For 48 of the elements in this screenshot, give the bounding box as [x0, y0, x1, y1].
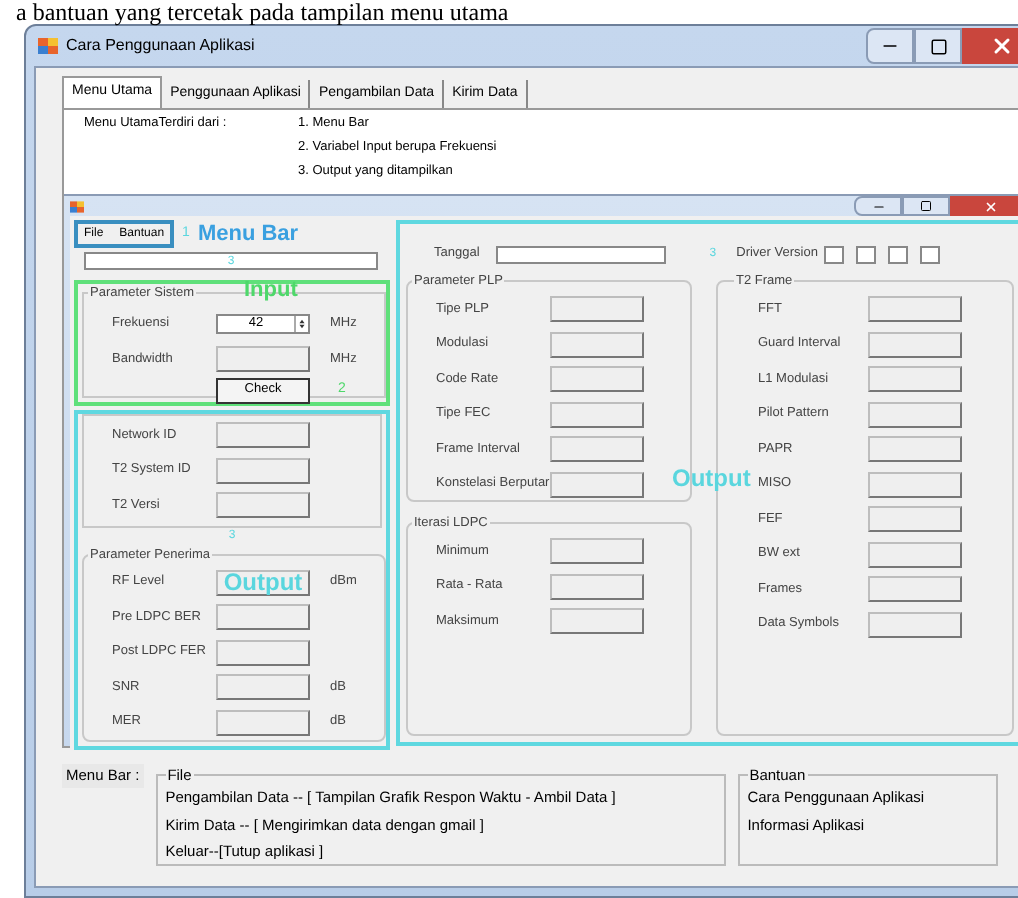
document-text: a bantuan yang tercetak pada tampilan menu utama — [14, 0, 511, 24]
output-box — [868, 471, 962, 497]
output-box — [216, 639, 310, 665]
output-box — [550, 608, 644, 634]
output-box — [550, 471, 644, 497]
output-box — [868, 541, 962, 567]
output-box — [216, 457, 310, 484]
close-icon — [990, 34, 1014, 58]
spin-arrows-icon — [294, 315, 308, 332]
annotation-label: Output — [672, 462, 751, 496]
maximize-button[interactable] — [902, 196, 950, 216]
annotation-label: Menu Bar — [197, 219, 299, 250]
maximize-button[interactable] — [914, 28, 962, 64]
output-box — [216, 346, 310, 373]
close-button[interactable] — [962, 28, 1018, 64]
output-box — [868, 401, 962, 427]
output-box — [868, 611, 962, 637]
maximize-icon — [929, 37, 947, 55]
output-box — [868, 576, 962, 602]
output-box — [550, 296, 644, 322]
output-box — [868, 436, 962, 462]
output-box — [868, 331, 962, 357]
close-icon — [983, 199, 997, 213]
app-icon — [38, 36, 58, 56]
annotation-label: Output — [223, 570, 303, 594]
output-box — [550, 573, 644, 599]
output-box — [868, 506, 962, 532]
output-box — [550, 401, 644, 427]
output-box — [216, 674, 310, 700]
output-box — [216, 604, 310, 630]
output-box — [216, 709, 310, 735]
version-field[interactable] — [919, 245, 940, 263]
version-field[interactable] — [887, 245, 908, 263]
annotation-label: Input — [244, 280, 298, 302]
version-field[interactable] — [823, 245, 844, 263]
output-box — [216, 492, 310, 519]
output-box — [216, 422, 310, 449]
output-box — [868, 366, 962, 392]
date-field[interactable] — [495, 245, 666, 263]
app-icon — [70, 199, 84, 213]
output-box — [550, 538, 644, 564]
maximize-icon — [920, 200, 932, 212]
output-box — [550, 366, 644, 392]
version-field[interactable] — [855, 245, 876, 263]
output-box — [868, 296, 962, 322]
output-box — [550, 331, 644, 357]
output-box — [550, 436, 644, 462]
window-title: Cara Penggunaan Aplikasi — [66, 34, 255, 58]
